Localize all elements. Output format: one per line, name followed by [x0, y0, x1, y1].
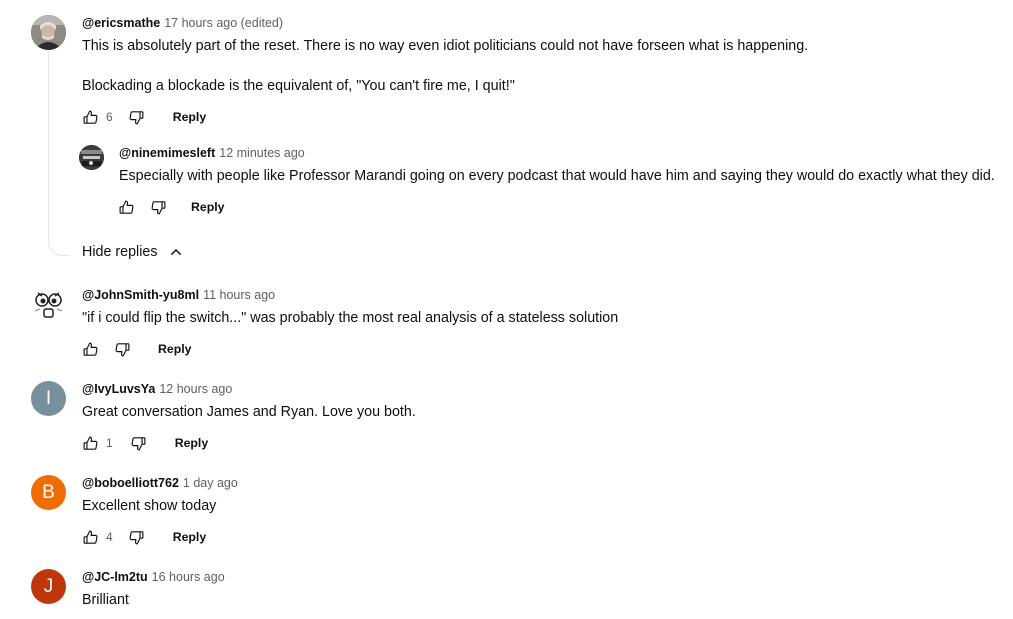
comment-actions: 6 Reply [80, 107, 206, 127]
reply-button[interactable]: Reply [173, 530, 207, 544]
dislike-button[interactable] [129, 433, 149, 453]
comment-text-line: This is absolutely part of the reset. Th… [82, 38, 809, 54]
comment-time[interactable]: 12 minutes ago [219, 146, 304, 160]
comment-actions: 4 Reply [80, 527, 206, 547]
avatar[interactable] [31, 287, 66, 322]
author-name[interactable]: @ericsmathe [82, 16, 160, 30]
comment-text-line: Blockading a blockade is the equivalent … [82, 78, 515, 94]
comment-text-line: Brilliant [82, 592, 129, 608]
like-count: 1 [106, 436, 113, 450]
thumb-down-icon [130, 435, 147, 452]
avatar[interactable]: J [31, 569, 66, 604]
thumb-up-icon [82, 435, 99, 452]
avatar[interactable]: B [31, 475, 66, 510]
avatar-letter: J [43, 575, 54, 597]
comment-actions: Reply [80, 339, 192, 359]
thumb-down-icon [128, 529, 145, 546]
hide-replies-button[interactable]: Hide replies [82, 242, 184, 262]
thumb-down-icon [150, 199, 167, 216]
like-button[interactable] [80, 433, 100, 453]
comment-time[interactable]: 1 day ago [183, 476, 238, 490]
like-button[interactable] [80, 339, 100, 359]
reply-text: Especially with people like Professor Ma… [119, 168, 995, 184]
author-name[interactable]: @JC-lm2tu [82, 570, 148, 584]
comment-actions: Reply [116, 197, 225, 217]
thumb-up-icon [82, 529, 99, 546]
avatar[interactable] [31, 15, 66, 50]
like-button[interactable] [80, 527, 100, 547]
thumb-down-icon [114, 341, 131, 358]
dislike-button[interactable] [148, 197, 168, 217]
like-count: 6 [106, 110, 113, 124]
hide-replies-label: Hide replies [82, 244, 158, 260]
comment-time[interactable]: 11 hours ago [203, 288, 275, 302]
thumb-up-icon [82, 341, 99, 358]
thumb-up-icon [118, 199, 135, 216]
author-name[interactable]: @JohnSmith-yu8ml [82, 288, 199, 302]
thread-connector [48, 50, 69, 256]
reply-button[interactable]: Reply [173, 110, 207, 124]
comment-actions: 1 Reply [80, 433, 208, 453]
comment-time[interactable]: 12 hours ago [159, 382, 232, 396]
like-count: 4 [106, 530, 113, 544]
chevron-up-icon [170, 248, 181, 256]
author-name[interactable]: @boboelliott762 [82, 476, 179, 490]
avatar-letter: I [45, 387, 52, 409]
avatar-letter: B [42, 481, 55, 503]
like-button[interactable] [80, 107, 100, 127]
dislike-button[interactable] [112, 339, 132, 359]
reply-button[interactable]: Reply [158, 342, 192, 356]
author-name[interactable]: @IvyLuvsYa [82, 382, 155, 396]
comment-time[interactable]: 17 hours ago (edited) [164, 16, 283, 30]
dislike-button[interactable] [127, 107, 147, 127]
reply-button[interactable]: Reply [175, 436, 209, 450]
photo-avatar-icon [79, 145, 104, 170]
dislike-button[interactable] [127, 527, 147, 547]
thumb-up-icon [82, 109, 99, 126]
like-button[interactable] [116, 197, 136, 217]
cartoon-face-avatar-icon [31, 287, 66, 322]
author-name[interactable]: @ninemimesleft [119, 146, 215, 160]
avatar[interactable] [79, 145, 104, 170]
comment-time[interactable]: 16 hours ago [152, 570, 225, 584]
avatar[interactable]: I [31, 381, 66, 416]
comment-text-line: Excellent show today [82, 498, 217, 514]
reply-button[interactable]: Reply [191, 200, 225, 214]
comment-text-line: Great conversation James and Ryan. Love … [82, 404, 416, 420]
comment-text-line: "if i could flip the switch..." was prob… [82, 310, 619, 326]
thumb-down-icon [128, 109, 145, 126]
photo-avatar-icon [31, 15, 66, 50]
